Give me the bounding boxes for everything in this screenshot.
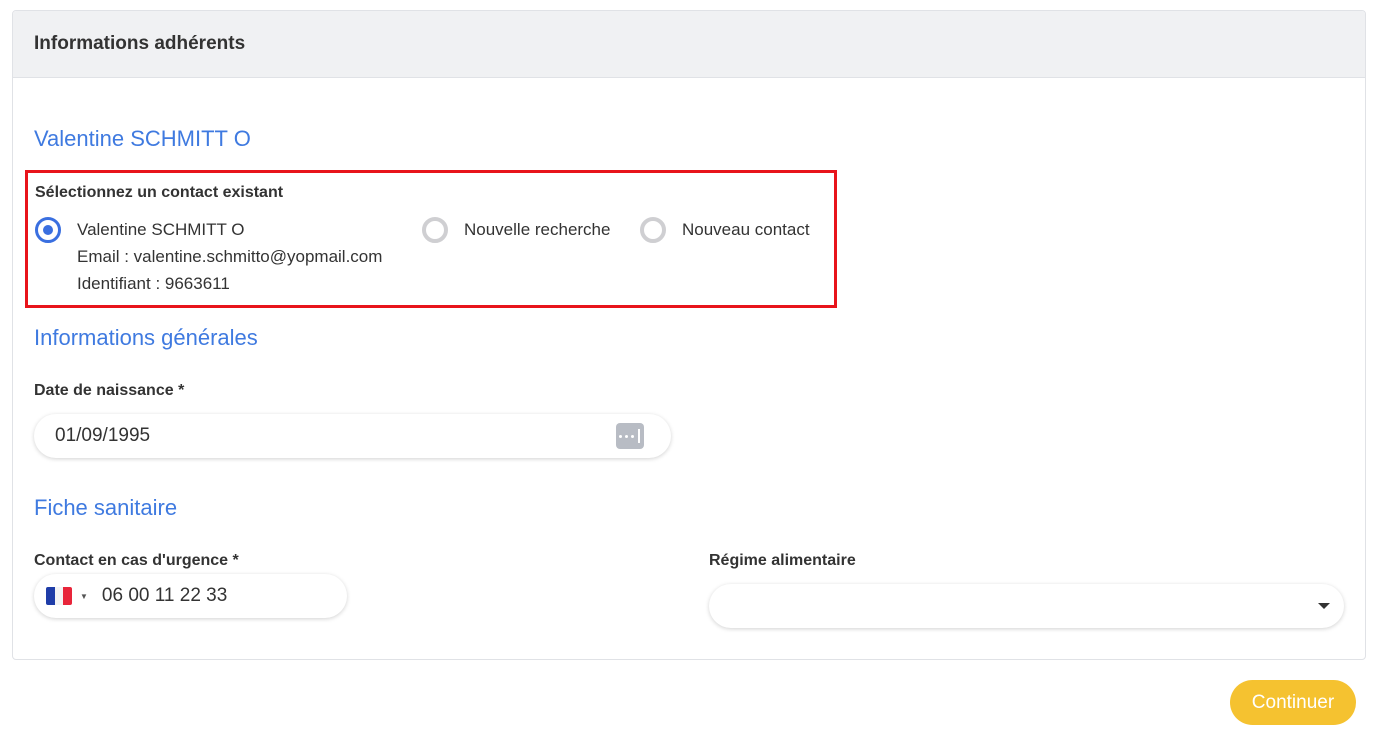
radio-option-label: Nouveau contact [682, 220, 810, 239]
radio-unchecked-icon[interactable] [422, 217, 448, 243]
birth-date-label: Date de naissance * [34, 382, 185, 399]
emergency-contact-label: Contact en cas d'urgence * [34, 552, 239, 569]
radio-checked-icon[interactable] [35, 217, 61, 243]
card-title: Informations adhérents [34, 33, 246, 54]
france-flag-icon[interactable] [46, 587, 72, 605]
birth-date-value: 01/09/1995 [55, 425, 151, 446]
calendar-icon[interactable] [616, 423, 644, 449]
radio-option-text: Valentine SCHMITT O Email : valentine.sc… [77, 216, 382, 297]
birth-date-input[interactable]: 01/09/1995 [34, 414, 671, 458]
radio-unchecked-icon[interactable] [640, 217, 666, 243]
general-info-heading: Informations générales [34, 325, 258, 350]
diet-select[interactable] [709, 584, 1344, 628]
health-sheet-heading: Fiche sanitaire [34, 495, 178, 520]
member-info-card: Informations adhérents Valentine SCHMITT… [12, 10, 1366, 660]
contact-identifier: Identifiant : 9663611 [77, 274, 230, 293]
emergency-phone-value: 06 00 11 22 33 [101, 585, 228, 606]
diet-label: Régime alimentaire [709, 552, 856, 569]
contact-select-group: Sélectionnez un contact existant Valenti… [25, 170, 837, 308]
radio-option-label: Nouvelle recherche [464, 220, 611, 239]
radio-option-new-search[interactable]: Nouvelle recherche [422, 217, 610, 243]
country-caret-icon[interactable]: ▼ [80, 592, 88, 601]
card-header: Informations adhérents [13, 11, 1365, 78]
continue-button[interactable]: Continuer [1230, 680, 1356, 725]
contact-email: Email : valentine.schmitto@yopmail.com [77, 247, 383, 266]
radio-option-existing-contact[interactable]: Valentine SCHMITT O Email : valentine.sc… [35, 217, 382, 297]
radio-option-new-contact[interactable]: Nouveau contact [640, 217, 810, 243]
member-name-heading: Valentine SCHMITT O [34, 126, 251, 151]
emergency-phone-input[interactable]: ▼ 06 00 11 22 33 [34, 574, 347, 618]
contact-select-title: Sélectionnez un contact existant [35, 184, 284, 201]
caret-down-icon[interactable] [1318, 603, 1330, 609]
contact-name: Valentine SCHMITT O [77, 220, 245, 239]
